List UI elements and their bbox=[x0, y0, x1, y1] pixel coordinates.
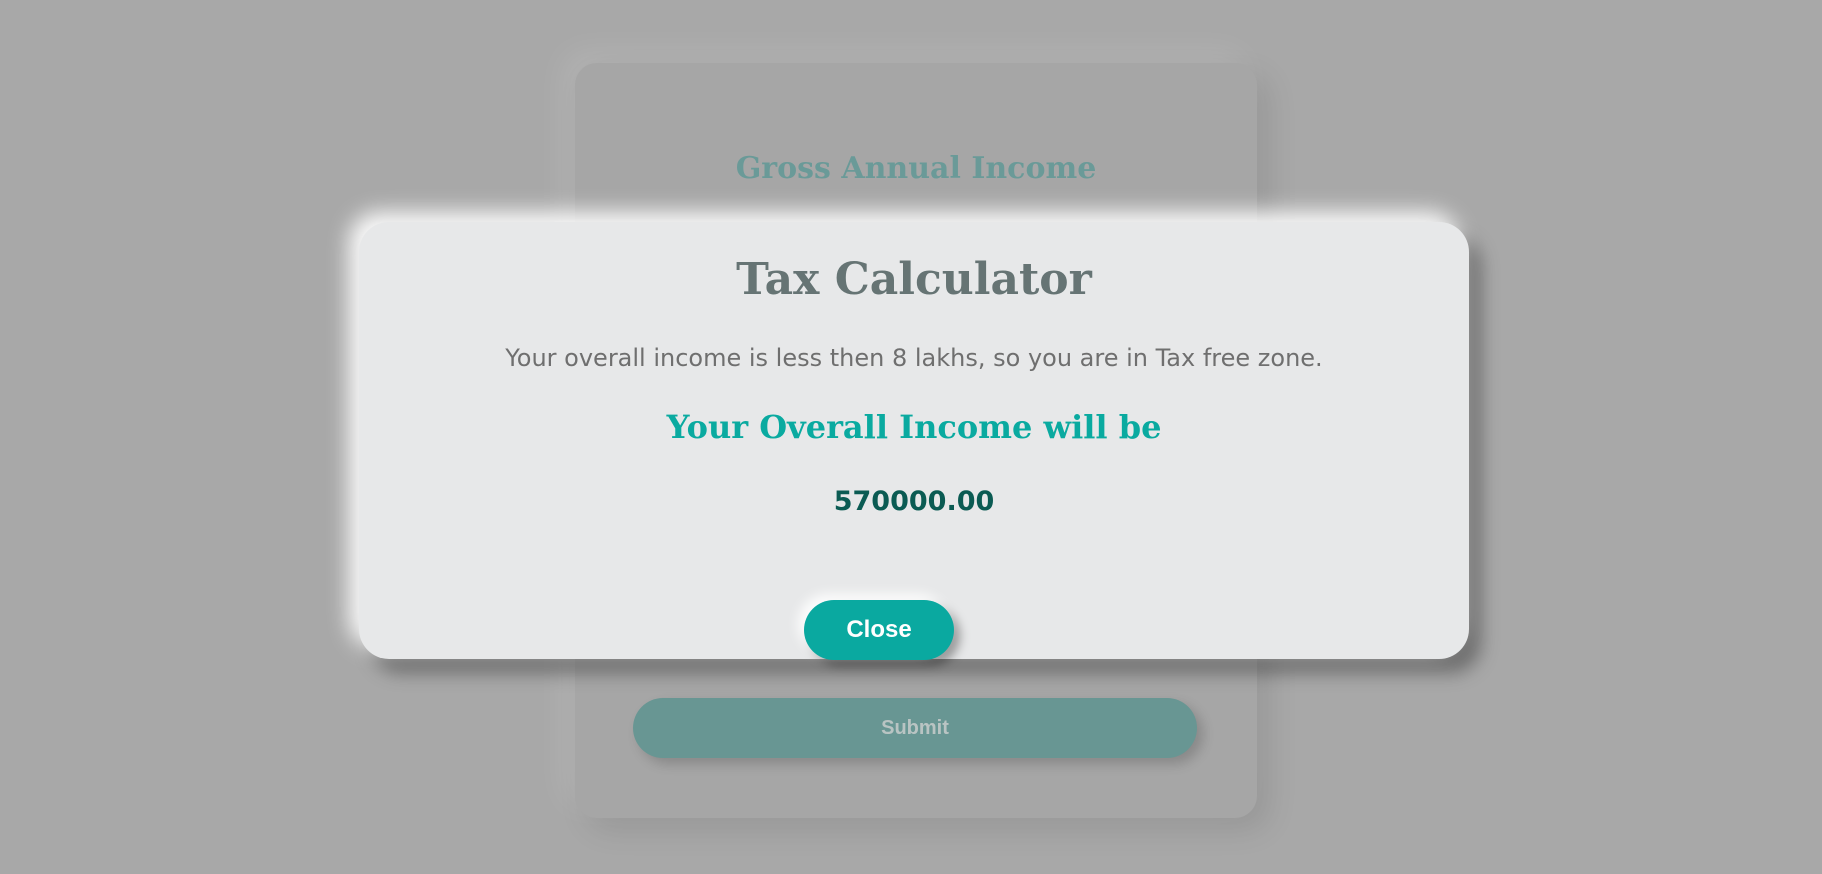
overall-income-amount: 570000.00 bbox=[833, 486, 995, 517]
gross-annual-income-label: Gross Annual Income bbox=[735, 151, 1097, 186]
close-button[interactable]: Close bbox=[804, 600, 954, 660]
modal-title: Tax Calculator bbox=[736, 254, 1092, 305]
overall-income-heading: Your Overall Income will be bbox=[666, 408, 1162, 446]
submit-button[interactable]: Submit bbox=[633, 698, 1197, 758]
tax-result-modal: Tax Calculator Your overall income is le… bbox=[359, 222, 1469, 660]
tax-message: Your overall income is less then 8 lakhs… bbox=[505, 344, 1323, 372]
